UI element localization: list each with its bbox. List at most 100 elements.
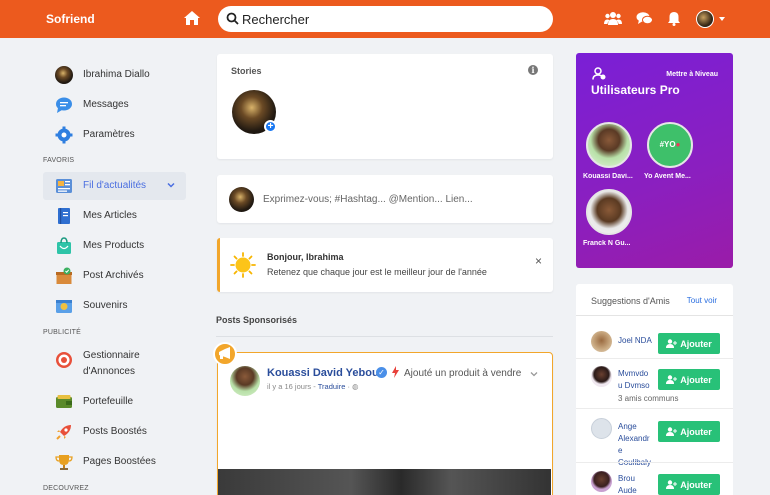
greeting-card: Bonjour, Ibrahima Retenez que chaque jou… [217, 238, 553, 292]
bell-icon[interactable] [667, 11, 681, 26]
sidebar-item-label: Gestionnaire d'Annonces [83, 350, 140, 377]
sidebar-item-profile[interactable]: Ibrahima Diallo [43, 61, 186, 89]
pro-users-card: Mettre à Niveau Utilisateurs Pro Kouassi… [576, 53, 733, 268]
sidebar-item-label: Post Archivés [83, 270, 144, 281]
chevron-down-icon[interactable] [719, 17, 725, 21]
greeting-message: Retenez que chaque jour est le meilleur … [267, 267, 487, 277]
avatar [586, 189, 632, 235]
pro-user-name: Yo Avent Me... [644, 173, 691, 180]
sidebar-item-articles[interactable]: Mes Articles [43, 202, 186, 230]
suggestions-title: Suggestions d'Amis [591, 296, 670, 306]
sidebar-item-wallet[interactable]: Portefeuille [43, 388, 186, 416]
add-friend-button[interactable]: Ajouter [658, 474, 720, 495]
post-image[interactable] [218, 469, 551, 495]
add-user-icon [666, 338, 678, 348]
chevron-down-icon[interactable] [530, 370, 538, 378]
add-friend-button[interactable]: Ajouter [658, 333, 720, 354]
sidebar-item-products[interactable]: Mes Products [43, 232, 186, 260]
pro-user[interactable]: Kouassi Davi... [583, 122, 635, 180]
post-time: il y a 16 jours [267, 382, 312, 391]
post-meta: il y a 16 jours - Traduire · ◍ [267, 382, 359, 391]
friends-icon[interactable] [604, 11, 622, 26]
sidebar-item-label: Ibrahima Diallo [83, 69, 150, 80]
suggestion-name[interactable]: Mvmvdo u Dvmso [618, 368, 654, 392]
pro-user[interactable]: Franck N Gu... [583, 189, 635, 247]
shopping-bag-icon [57, 237, 71, 254]
pro-user[interactable]: #YO● Yo Avent Me... [644, 122, 696, 180]
sidebar-item-label: Fil d'actualités [83, 180, 147, 191]
user-icon [592, 67, 606, 80]
chevron-down-icon[interactable] [167, 181, 175, 189]
add-friend-button[interactable]: Ajouter [658, 369, 720, 390]
info-icon[interactable]: i [528, 65, 538, 75]
sidebar-item-label: Posts Boostés [83, 426, 147, 437]
post-composer-input[interactable] [263, 189, 543, 209]
message-bubble-icon [56, 97, 72, 113]
home-icon[interactable] [183, 10, 201, 26]
greeting-title: Bonjour, Ibrahima [267, 252, 344, 262]
pro-user-name: Kouassi Davi... [583, 173, 633, 180]
sponsored-posts-title: Posts Sponsorisés [216, 315, 298, 325]
sidebar-item-archived[interactable]: Post Archivés [43, 262, 186, 290]
wallet-icon [56, 395, 72, 408]
avatar[interactable] [591, 471, 612, 492]
add-friend-label: Ajouter [680, 426, 712, 437]
sidebar-item-boosted-posts[interactable]: Posts Boostés [43, 418, 186, 446]
add-user-icon [666, 479, 678, 489]
book-icon [58, 208, 70, 224]
sun-icon [230, 252, 256, 278]
sidebar-item-label: Mes Products [83, 240, 145, 251]
trophy-icon [55, 455, 73, 470]
add-user-icon [666, 426, 678, 436]
sidebar-item-label: Portefeuille [83, 396, 134, 407]
divider [576, 358, 733, 359]
post-author-name[interactable]: Kouassi David Yeboue [267, 367, 385, 379]
search-bar[interactable] [218, 6, 553, 32]
avatar[interactable] [591, 331, 612, 352]
sidebar-item-settings[interactable]: Paramètres [43, 121, 186, 149]
sidebar-item-label: Souvenirs [83, 300, 128, 311]
verified-badge-icon: ✓ [376, 367, 387, 378]
avatar[interactable] [591, 418, 612, 439]
divider [576, 315, 733, 316]
sidebar-item-memories[interactable]: Souvenirs [43, 292, 186, 320]
section-favoris: FAVORIS [43, 157, 75, 164]
sidebar-item-ads-manager[interactable]: Gestionnaire d'Annonces [43, 346, 186, 382]
pro-user-name: Franck N Gu... [583, 240, 631, 247]
rocket-icon [56, 425, 71, 440]
add-user-icon [666, 374, 678, 384]
suggestion-name[interactable]: Brou Aude [618, 473, 654, 495]
chat-icon[interactable] [636, 11, 653, 26]
avatar: #YO● [647, 122, 693, 168]
avatar[interactable] [230, 366, 260, 396]
top-bar: Sofriend [0, 0, 770, 38]
sidebar-item-boosted-pages[interactable]: Pages Boostées [43, 448, 186, 476]
add-story-icon[interactable]: + [264, 120, 277, 133]
section-publicite: PUBLICITÉ [43, 329, 81, 336]
post-action-text: Ajouté un produit à vendre [404, 368, 522, 379]
user-avatar[interactable] [696, 10, 714, 28]
add-friend-button[interactable]: Ajouter [658, 421, 720, 442]
close-icon[interactable]: × [535, 254, 542, 268]
translate-link[interactable]: Traduire [318, 382, 346, 391]
pro-badge-text: #YO [659, 140, 676, 149]
gear-icon [55, 126, 73, 144]
post-composer [217, 175, 553, 223]
brand-logo[interactable]: Sofriend [46, 12, 95, 26]
sidebar-item-news-feed[interactable]: Fil d'actualités [43, 172, 186, 200]
divider [216, 336, 553, 337]
news-feed-icon [56, 179, 72, 193]
avatar[interactable] [591, 366, 612, 387]
bolt-icon [392, 366, 399, 378]
see-all-link[interactable]: Tout voir [687, 296, 717, 305]
section-decouvrez: DECOUVREZ [43, 485, 89, 492]
add-friend-label: Ajouter [680, 479, 712, 490]
avatar [229, 187, 254, 212]
upgrade-link[interactable]: Mettre à Niveau [666, 71, 718, 78]
search-input[interactable] [242, 9, 542, 29]
sidebar-item-messages[interactable]: Messages [43, 91, 186, 119]
megaphone-icon [213, 342, 237, 366]
sidebar-item-label: Pages Boostées [83, 456, 156, 467]
add-friend-label: Ajouter [680, 374, 712, 385]
sponsored-post: Kouassi David Yeboue ✓ Ajouté un produit… [217, 352, 553, 495]
